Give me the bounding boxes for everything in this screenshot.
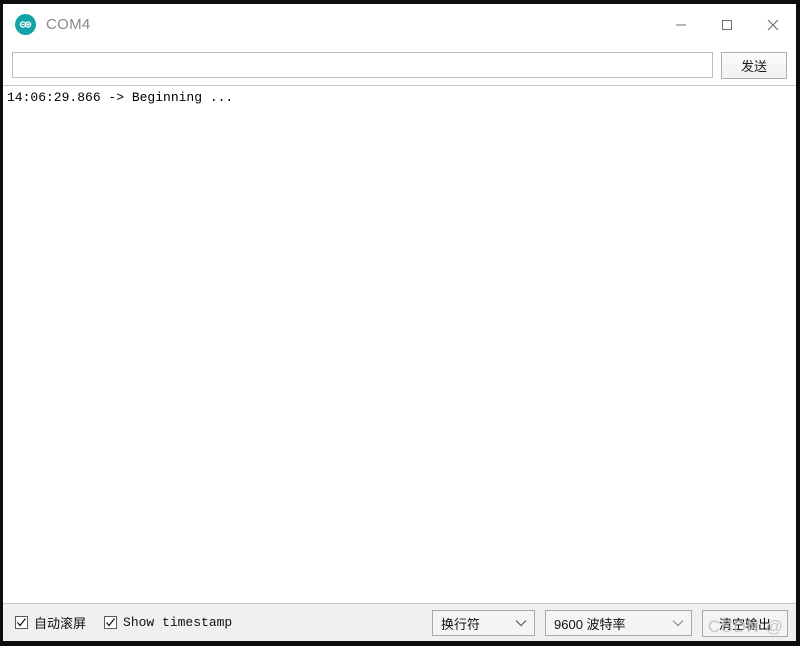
checkmark-icon bbox=[104, 616, 118, 629]
serial-output-console[interactable]: 14:06:29.866 -> Beginning ... bbox=[3, 85, 796, 603]
status-bar: 自动滚屏 Show timestamp 换行符 9600 波特率 清空输出 CS… bbox=[3, 603, 796, 641]
checkmark-icon bbox=[15, 616, 28, 629]
console-line: 14:06:29.866 -> Beginning ... bbox=[7, 90, 234, 105]
baud-rate-value: 9600 波特率 bbox=[554, 616, 626, 632]
maximize-button[interactable] bbox=[704, 4, 750, 45]
serial-monitor-window: COM4 发送 14:06:29.866 -> Beginning ... 自动… bbox=[0, 0, 800, 646]
minimize-button[interactable] bbox=[658, 4, 704, 45]
show-timestamp-label: Show timestamp bbox=[123, 615, 233, 630]
chevron-down-icon bbox=[515, 619, 527, 627]
status-bar-controls: 换行符 9600 波特率 清空输出 bbox=[432, 604, 788, 642]
title-bar-left: COM4 bbox=[3, 14, 91, 35]
autoscroll-checkbox[interactable]: 自动滚屏 bbox=[15, 613, 86, 632]
serial-send-input[interactable] bbox=[12, 52, 713, 78]
window-controls bbox=[658, 4, 796, 45]
send-button[interactable]: 发送 bbox=[721, 51, 787, 79]
line-ending-select[interactable]: 换行符 bbox=[432, 610, 535, 636]
baud-rate-select[interactable]: 9600 波特率 bbox=[545, 610, 692, 636]
show-timestamp-checkbox[interactable]: Show timestamp bbox=[104, 615, 232, 630]
chevron-down-icon bbox=[672, 619, 684, 627]
clear-output-button[interactable]: 清空输出 bbox=[702, 609, 788, 637]
title-bar: COM4 bbox=[3, 4, 796, 45]
close-button[interactable] bbox=[750, 4, 796, 45]
line-ending-value: 换行符 bbox=[441, 616, 481, 632]
arduino-infinity-icon bbox=[15, 14, 36, 35]
send-row: 发送 bbox=[3, 45, 796, 85]
status-bar-checkboxes: 自动滚屏 Show timestamp bbox=[15, 613, 232, 632]
window-title: COM4 bbox=[46, 16, 91, 33]
autoscroll-label: 自动滚屏 bbox=[34, 616, 87, 631]
